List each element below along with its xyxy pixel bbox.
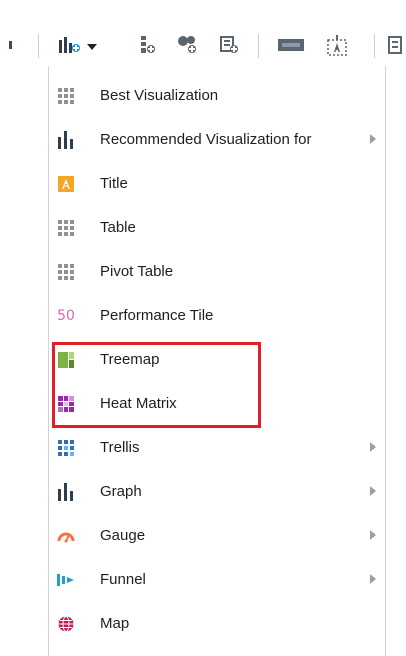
partial-toolbar-icon[interactable]	[6, 32, 16, 58]
insert-text-box-button[interactable]	[324, 32, 350, 58]
table-grid-icon	[57, 219, 75, 237]
menu-item-title[interactable]: Title	[49, 162, 385, 206]
menu-item-label: Treemap	[100, 351, 160, 368]
menu-item-label: Map	[100, 615, 130, 632]
menu-item-label: Title	[100, 175, 128, 192]
menu-item-label: Graph	[100, 483, 142, 500]
menu-item-performance-tile[interactable]: 50 Performance Tile	[49, 294, 385, 338]
partial-toolbar-icon-right	[388, 36, 402, 54]
submenu-arrow-icon	[370, 134, 376, 144]
insert-text-box-icon	[327, 35, 347, 56]
bar-graph-icon	[57, 131, 75, 149]
best-visualization-grid-icon	[57, 87, 75, 105]
submenu-arrow-icon	[370, 486, 376, 496]
add-calc-button[interactable]	[218, 32, 242, 58]
toolbar-separator	[38, 34, 39, 58]
menu-item-label: Pivot Table	[100, 263, 174, 280]
submenu-arrow-icon	[370, 574, 376, 584]
menu-item-label: Trellis	[100, 439, 140, 456]
add-measure-button[interactable]	[136, 32, 158, 58]
add-group-button[interactable]	[176, 32, 200, 58]
menu-item-label: Recommended Visualization for	[100, 131, 312, 148]
menu-item-funnel[interactable]: Funnel	[49, 558, 385, 602]
performance-tile-icon-text: 50	[57, 308, 75, 324]
menu-item-pivot-table[interactable]: Pivot Table	[49, 250, 385, 294]
xyz-text-button[interactable]	[276, 32, 306, 58]
toolbar-separator	[374, 34, 375, 58]
menu-item-map[interactable]: Map	[49, 602, 385, 646]
menu-item-treemap[interactable]: Treemap	[49, 338, 385, 382]
add-calc-icon	[220, 36, 238, 53]
menu-item-label: Funnel	[100, 571, 146, 588]
menu-item-heat-matrix[interactable]: Heat Matrix	[49, 382, 385, 426]
menu-item-best-visualization[interactable]: Best Visualization	[49, 74, 385, 118]
menu-item-label: Table	[100, 219, 136, 236]
menu-item-trellis[interactable]: Trellis	[49, 426, 385, 470]
new-view-menu: Best Visualization Recommended Visualiza…	[48, 66, 386, 656]
menu-item-gauge[interactable]: Gauge	[49, 514, 385, 558]
heat-matrix-icon	[57, 395, 75, 413]
toolbar-separator	[258, 34, 259, 58]
treemap-icon	[57, 351, 75, 369]
globe-map-icon	[57, 615, 75, 633]
menu-item-label: Heat Matrix	[100, 395, 177, 412]
add-measure-icon	[141, 36, 155, 53]
gauge-icon	[57, 527, 75, 545]
new-view-graph-dropdown-icon	[59, 37, 97, 53]
menu-item-graph[interactable]: Graph	[49, 470, 385, 514]
bar-graph-icon	[57, 483, 75, 501]
top-strip	[0, 0, 406, 25]
new-view-graph-dropdown-button[interactable]	[54, 32, 106, 58]
trellis-grid-icon	[57, 439, 75, 457]
pivot-table-grid-icon	[57, 263, 75, 281]
xyz-text-icon	[278, 39, 304, 51]
partial-toolbar-button-right[interactable]	[386, 32, 404, 58]
menu-item-label: Best Visualization	[100, 87, 219, 104]
add-group-icon	[178, 36, 196, 53]
menu-item-table[interactable]: Table	[49, 206, 385, 250]
submenu-arrow-icon	[370, 442, 376, 452]
submenu-arrow-icon	[370, 530, 376, 540]
title-icon	[57, 175, 75, 193]
menu-item-recommended-visualization[interactable]: Recommended Visualization for	[49, 118, 385, 162]
toolbar	[0, 24, 406, 66]
performance-tile-icon: 50	[57, 307, 75, 325]
menu-item-label: Gauge	[100, 527, 146, 544]
menu-item-label: Performance Tile	[100, 307, 214, 324]
funnel-icon	[57, 571, 75, 589]
